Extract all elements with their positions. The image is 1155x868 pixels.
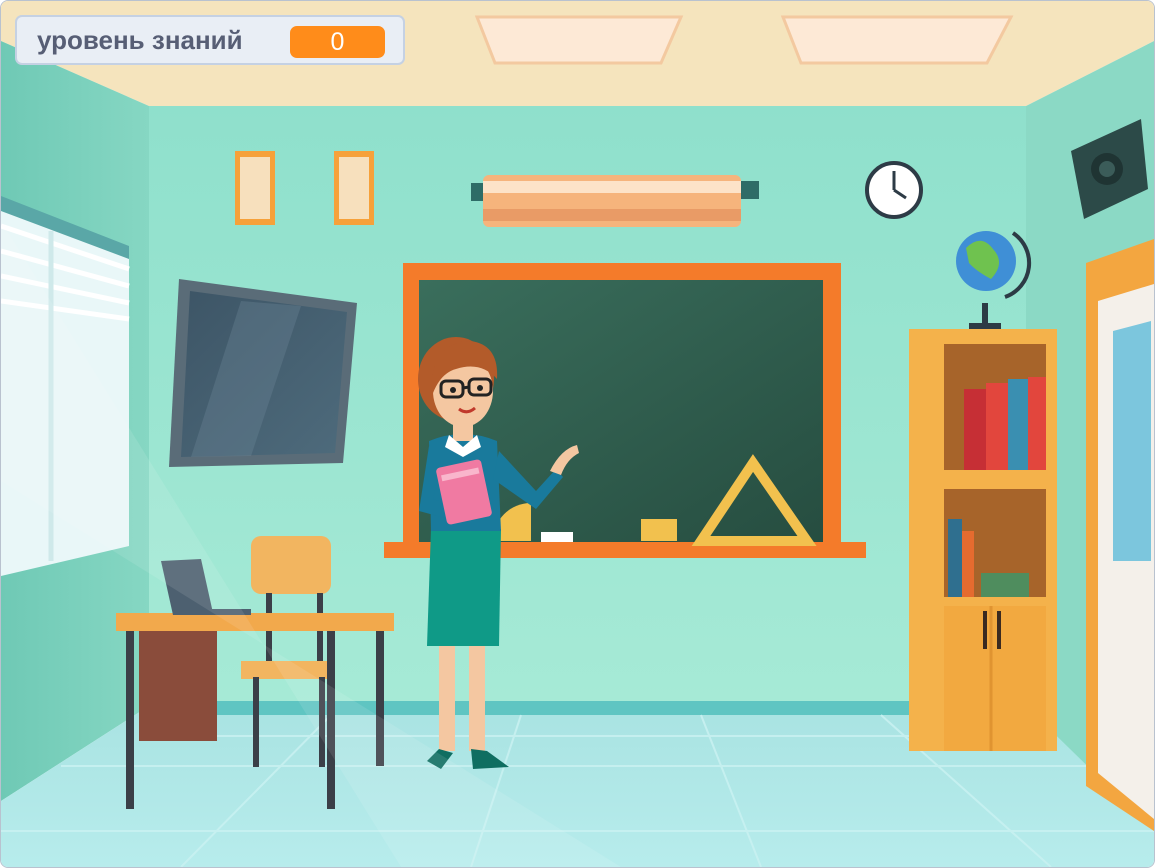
monitor-label: уровень знаний xyxy=(37,24,243,55)
monitor-value: 0 xyxy=(290,26,385,58)
stage[interactable]: уровень знаний 0 xyxy=(0,0,1155,868)
door xyxy=(1086,239,1154,831)
wall-clock xyxy=(865,161,923,219)
ceiling-light xyxy=(780,15,1014,65)
classroom-backdrop xyxy=(1,1,1154,867)
variable-monitor[interactable]: уровень знаний 0 xyxy=(15,15,405,65)
rolled-map xyxy=(471,175,759,227)
bookcase xyxy=(909,329,1057,751)
